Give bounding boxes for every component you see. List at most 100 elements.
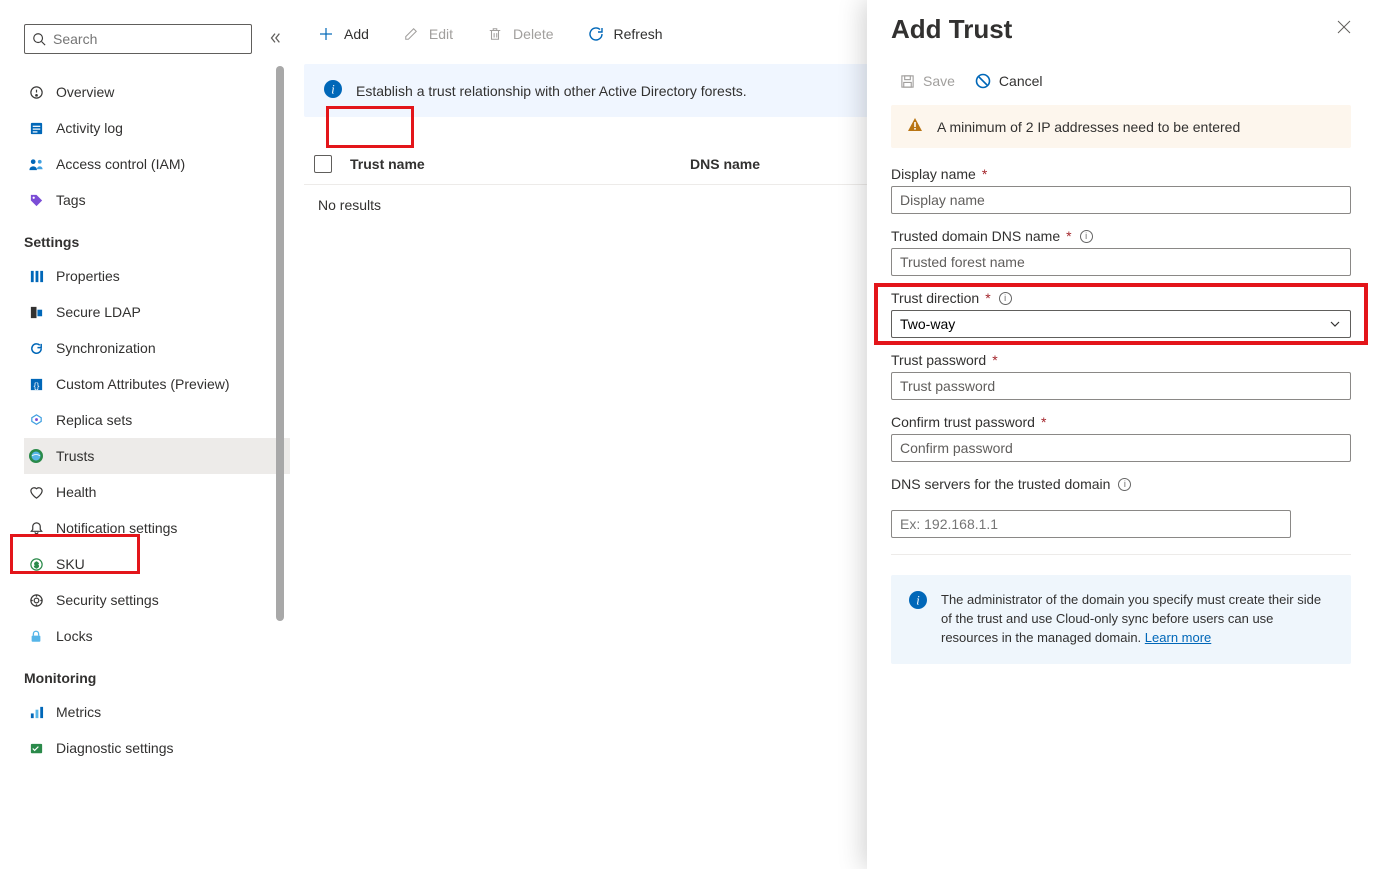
bell-icon — [28, 520, 44, 536]
sku-icon: $ — [28, 556, 44, 572]
sidebar-item-overview[interactable]: Overview — [24, 74, 290, 110]
svg-text:{}: {} — [33, 380, 39, 390]
ldap-icon — [28, 304, 44, 320]
confirm-password-input[interactable] — [891, 434, 1351, 462]
plus-icon — [318, 26, 334, 42]
info-block: i The administrator of the domain you sp… — [891, 575, 1351, 664]
sidebar-item-access-control-iam-[interactable]: Access control (IAM) — [24, 146, 290, 182]
sidebar-item-label: Notification settings — [56, 520, 177, 536]
trust-password-label: Trust password — [891, 352, 986, 368]
sidebar-item-health[interactable]: Health — [24, 474, 290, 510]
sidebar-item-label: Diagnostic settings — [56, 740, 174, 756]
sidebar-item-label: Locks — [56, 628, 93, 644]
sidebar-item-metrics[interactable]: Metrics — [24, 694, 290, 730]
display-name-label: Display name — [891, 166, 976, 182]
sidebar-search-input[interactable] — [24, 24, 252, 54]
sidebar-item-sku[interactable]: $ SKU — [24, 546, 290, 582]
sidebar-item-label: Access control (IAM) — [56, 156, 185, 172]
add-button[interactable]: Add — [304, 20, 383, 48]
sidebar-item-secure-ldap[interactable]: Secure LDAP — [24, 294, 290, 330]
sidebar-item-properties[interactable]: Properties — [24, 258, 290, 294]
save-button: Save — [899, 73, 955, 89]
sidebar-scrollbar[interactable] — [276, 66, 284, 621]
properties-icon — [28, 268, 44, 284]
sidebar-item-trusts[interactable]: Trusts — [24, 438, 290, 474]
warning-text: A minimum of 2 IP addresses need to be e… — [937, 119, 1240, 135]
app-root: ▲ OverviewActivity logAccess control (IA… — [0, 0, 1379, 869]
attributes-icon: {} — [28, 376, 44, 392]
sidebar-item-label: Health — [56, 484, 96, 500]
sidebar-item-label: Secure LDAP — [56, 304, 141, 320]
lock-icon — [28, 628, 44, 644]
add-trust-panel: Add Trust Save Cancel A minimum of 2 IP … — [867, 0, 1379, 869]
info-icon[interactable]: i — [999, 292, 1012, 305]
sidebar-item-label: Security settings — [56, 592, 159, 608]
trust-name-header[interactable]: Trust name — [350, 156, 690, 172]
sidebar-item-label: Activity log — [56, 120, 123, 136]
dns-server-input[interactable] — [891, 510, 1291, 538]
svg-text:$: $ — [34, 560, 39, 569]
tag-icon — [28, 192, 44, 208]
activity-icon — [28, 120, 44, 136]
info-icon: i — [324, 80, 342, 101]
display-name-input[interactable] — [891, 186, 1351, 214]
warning-banner: A minimum of 2 IP addresses need to be e… — [891, 105, 1351, 148]
info-icon[interactable]: i — [1118, 478, 1131, 491]
nav-top-section: Overview Activity log Access control (IAM)… — [24, 74, 290, 218]
svg-text:i: i — [331, 83, 335, 97]
select-all-checkbox[interactable] — [314, 155, 350, 173]
metrics-icon — [28, 704, 44, 720]
sidebar-item-diagnostic-settings[interactable]: Diagnostic settings — [24, 730, 290, 766]
security-icon — [28, 592, 44, 608]
sidebar-item-label: Metrics — [56, 704, 101, 720]
refresh-button[interactable]: Refresh — [574, 20, 677, 48]
pencil-icon — [403, 26, 419, 42]
info-block-text: The administrator of the domain you spec… — [941, 592, 1321, 645]
sidebar-item-label: Overview — [56, 84, 114, 100]
sidebar-item-label: Replica sets — [56, 412, 132, 428]
refresh-icon — [588, 26, 604, 42]
sidebar-item-label: Synchronization — [56, 340, 156, 356]
sidebar-item-label: Custom Attributes (Preview) — [56, 376, 230, 392]
warning-icon — [907, 117, 923, 136]
sync-icon — [28, 340, 44, 356]
trash-icon — [487, 26, 503, 42]
learn-more-link[interactable]: Learn more — [1145, 630, 1211, 645]
svg-text:i: i — [916, 594, 920, 608]
cancel-icon — [975, 73, 991, 89]
close-icon[interactable] — [1337, 20, 1351, 39]
sidebar-item-label: Tags — [56, 192, 86, 208]
collapse-sidebar-icon[interactable] — [268, 31, 282, 48]
overview-icon — [28, 84, 44, 100]
confirm-password-label: Confirm trust password — [891, 414, 1035, 430]
trust-direction-label: Trust direction — [891, 290, 979, 306]
panel-title: Add Trust — [891, 14, 1012, 45]
info-icon: i — [909, 591, 927, 648]
dns-name-label: Trusted domain DNS name — [891, 228, 1060, 244]
delete-button: Delete — [473, 20, 567, 48]
sidebar-item-security-settings[interactable]: Security settings — [24, 582, 290, 618]
sidebar-item-label: SKU — [56, 556, 85, 572]
replica-icon — [28, 412, 44, 428]
health-icon — [28, 484, 44, 500]
trust-direction-select[interactable]: Two-way — [891, 310, 1351, 338]
sidebar-item-replica-sets[interactable]: Replica sets — [24, 402, 290, 438]
sidebar-item-label: Trusts — [56, 448, 94, 464]
sidebar-item-notification-settings[interactable]: Notification settings — [24, 510, 290, 546]
sidebar-item-custom-attributes-preview-[interactable]: {} Custom Attributes (Preview) — [24, 366, 290, 402]
search-icon — [31, 31, 47, 47]
trusts-icon — [28, 448, 44, 464]
sidebar-item-tags[interactable]: Tags — [24, 182, 290, 218]
sidebar-item-synchronization[interactable]: Synchronization — [24, 330, 290, 366]
dns-name-input[interactable] — [891, 248, 1351, 276]
sidebar-item-activity-log[interactable]: Activity log — [24, 110, 290, 146]
sidebar: ▲ OverviewActivity logAccess control (IA… — [0, 0, 290, 869]
trust-password-input[interactable] — [891, 372, 1351, 400]
monitoring-heading: Monitoring — [24, 660, 290, 694]
info-icon[interactable]: i — [1080, 230, 1093, 243]
dns-servers-label: DNS servers for the trusted domain — [891, 476, 1110, 492]
sidebar-item-label: Properties — [56, 268, 120, 284]
diag-icon — [28, 740, 44, 756]
sidebar-item-locks[interactable]: Locks — [24, 618, 290, 654]
cancel-button[interactable]: Cancel — [975, 73, 1043, 89]
